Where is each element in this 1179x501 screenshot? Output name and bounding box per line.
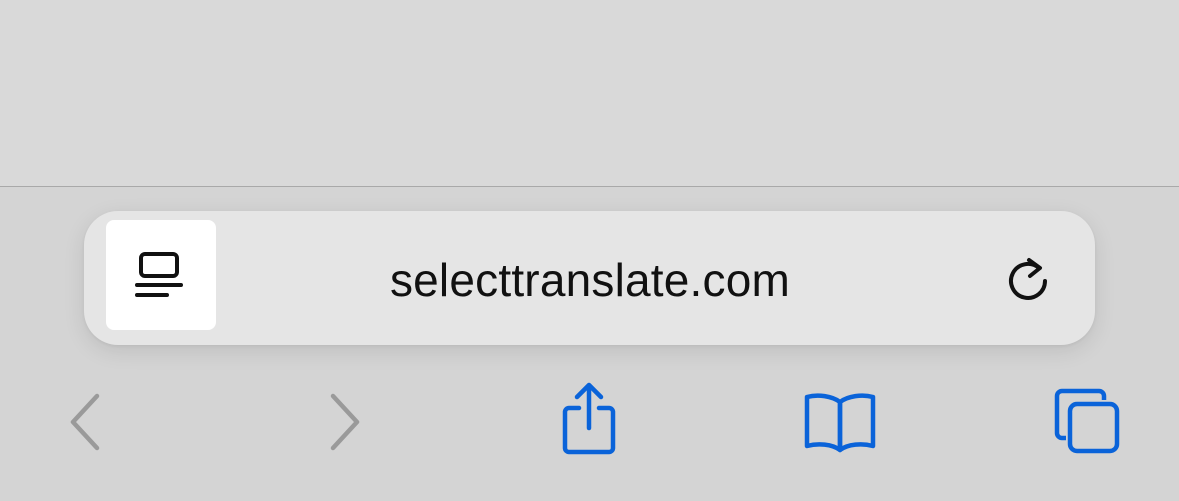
forward-button[interactable] [301,380,385,464]
book-icon [802,390,878,454]
share-button[interactable] [547,376,631,460]
tabs-icon [1052,386,1124,458]
tabs-button[interactable] [1046,380,1130,464]
reader-mode-icon [133,247,189,303]
chevron-right-icon [323,390,363,454]
chevron-left-icon [67,390,107,454]
reader-mode-button[interactable] [106,220,216,330]
bookmarks-button[interactable] [798,380,882,464]
web-content-area [0,0,1179,186]
reload-button[interactable] [996,248,1060,312]
reload-icon [1000,252,1056,308]
share-icon [557,380,621,456]
back-button[interactable] [45,380,129,464]
url-text[interactable]: selecttranslate.com [240,245,940,315]
